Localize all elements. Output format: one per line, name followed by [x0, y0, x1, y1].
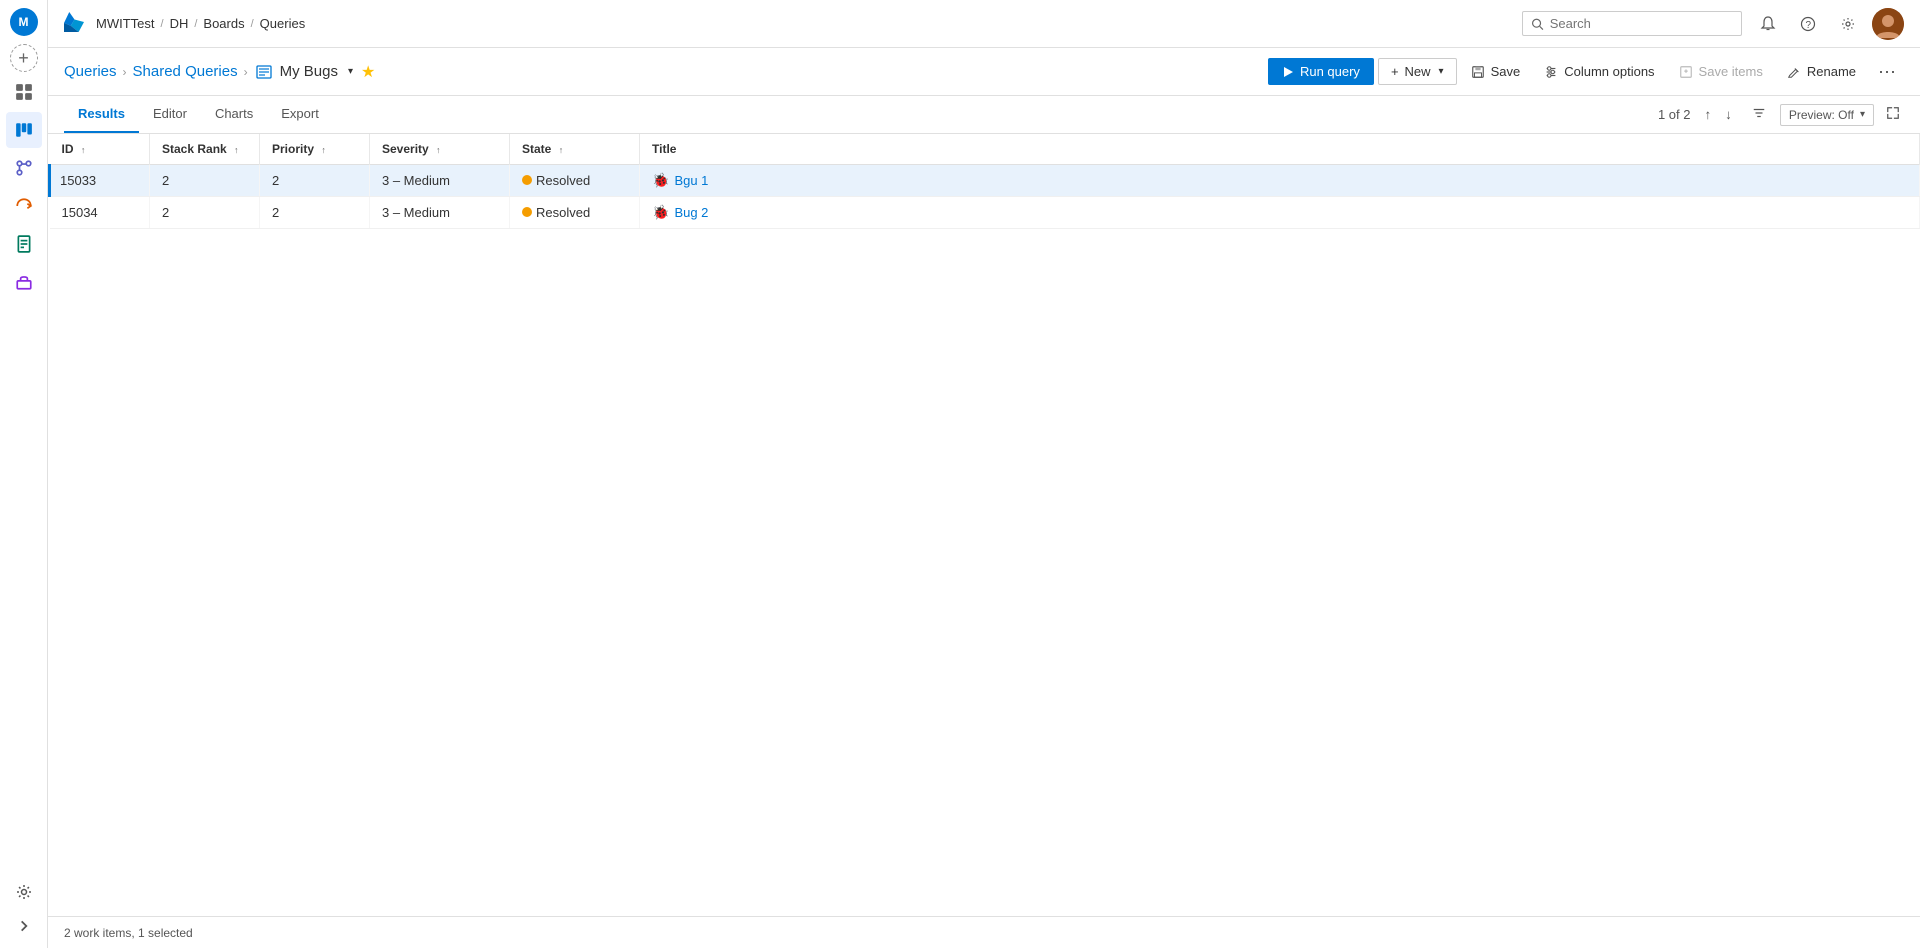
expand-button[interactable]: [1882, 102, 1904, 127]
tab-editor[interactable]: Editor: [139, 96, 201, 133]
play-icon: [1282, 66, 1294, 78]
col-header-severity[interactable]: Severity ↑: [370, 134, 510, 165]
cell-stackrank: 2: [150, 197, 260, 229]
results-table-area: ID ↑ Stack Rank ↑ Priority ↑ Severity ↑: [48, 134, 1920, 916]
search-box[interactable]: [1522, 11, 1742, 36]
save-button[interactable]: Save: [1461, 59, 1531, 84]
left-nav: M +: [0, 0, 48, 948]
query-dropdown-arrow[interactable]: ▾: [348, 66, 353, 77]
state-dot: [522, 207, 532, 217]
cell-id: 15033: [50, 165, 150, 197]
add-project-button[interactable]: +: [10, 44, 38, 72]
content-breadcrumb: Queries › Shared Queries ›: [64, 63, 248, 80]
tabs-bar: Results Editor Charts Export 1 of 2 ↑ ↓ …: [48, 96, 1920, 134]
help-icon[interactable]: ?: [1792, 8, 1824, 40]
title-link[interactable]: Bgu 1: [674, 173, 708, 188]
cell-severity: 3 – Medium: [370, 197, 510, 229]
table-row[interactable]: 15034223 – MediumResolved🐞Bug 2: [50, 197, 1920, 229]
top-bar-icons: ?: [1752, 8, 1904, 40]
table-row[interactable]: 15033223 – MediumResolved🐞Bgu 1: [50, 165, 1920, 197]
cell-priority: 2: [260, 197, 370, 229]
breadcrumb-queries[interactable]: Queries: [260, 16, 306, 31]
cell-title[interactable]: 🐞 Bgu 1: [640, 165, 1920, 197]
tab-export[interactable]: Export: [267, 96, 333, 133]
tab-charts[interactable]: Charts: [201, 96, 267, 133]
cell-severity: 3 – Medium: [370, 165, 510, 197]
column-options-button[interactable]: Column options: [1534, 59, 1664, 84]
title-link[interactable]: Bug 2: [674, 205, 708, 220]
sidebar-item-settings[interactable]: [6, 874, 42, 910]
user-avatar[interactable]: [1872, 8, 1904, 40]
query-title: My Bugs ▾ ★: [256, 62, 376, 82]
cell-priority: 2: [260, 165, 370, 197]
col-header-state[interactable]: State ↑: [510, 134, 640, 165]
settings-icon[interactable]: [1832, 8, 1864, 40]
filter-icon: [1752, 106, 1766, 120]
breadcrumb: MWITTest / DH / Boards / Queries: [96, 16, 305, 31]
sidebar-item-boards[interactable]: [6, 112, 42, 148]
tabs-right: 1 of 2 ↑ ↓ Preview: Off ▾: [1658, 102, 1904, 127]
sidebar-item-artifacts[interactable]: [6, 264, 42, 300]
pagination-arrows: ↑ ↓: [1698, 103, 1737, 126]
breadcrumb-org[interactable]: MWITTest: [96, 16, 155, 31]
selected-count: 1 selected: [138, 926, 193, 940]
next-page-button[interactable]: ↓: [1719, 103, 1738, 126]
content-header: Queries › Shared Queries › My Bugs ▾ ★ R…: [48, 48, 1920, 96]
sidebar-item-pipelines[interactable]: [6, 188, 42, 224]
save-items-button[interactable]: Save items: [1669, 59, 1773, 84]
sidebar-item-testplans[interactable]: [6, 226, 42, 262]
main-area: MWITTest / DH / Boards / Queries ?: [48, 0, 1920, 948]
filter-button[interactable]: [1746, 102, 1772, 127]
results-table: ID ↑ Stack Rank ↑ Priority ↑ Severity ↑: [48, 134, 1920, 229]
notifications-icon[interactable]: [1752, 8, 1784, 40]
more-actions-button[interactable]: ⋯: [1870, 58, 1904, 86]
table-header-row: ID ↑ Stack Rank ↑ Priority ↑ Severity ↑: [50, 134, 1920, 165]
breadcrumb-boards[interactable]: Boards: [203, 16, 244, 31]
search-input[interactable]: [1550, 16, 1733, 31]
tab-results[interactable]: Results: [64, 96, 139, 133]
org-avatar[interactable]: M: [10, 8, 38, 36]
preview-toggle[interactable]: Preview: Off ▾: [1780, 104, 1874, 126]
cell-stackrank: 2: [150, 165, 260, 197]
top-bar-right: ?: [1522, 8, 1904, 40]
save-items-icon: [1679, 65, 1693, 79]
nav-expand-button[interactable]: [6, 912, 42, 940]
cell-id: 15034: [50, 197, 150, 229]
prev-page-button[interactable]: ↑: [1698, 103, 1717, 126]
top-bar: MWITTest / DH / Boards / Queries ?: [48, 0, 1920, 48]
app-logo[interactable]: [64, 12, 84, 35]
search-icon: [1531, 17, 1544, 31]
pagination-text: 1 of 2: [1658, 107, 1691, 122]
favorite-star[interactable]: ★: [361, 62, 375, 82]
sidebar-item-repos[interactable]: [6, 150, 42, 186]
cell-title[interactable]: 🐞 Bug 2: [640, 197, 1920, 229]
cell-state: Resolved: [510, 197, 640, 229]
col-header-priority[interactable]: Priority ↑: [260, 134, 370, 165]
rename-icon: [1787, 65, 1801, 79]
col-header-title[interactable]: Title: [640, 134, 1920, 165]
bug-icon: 🐞: [652, 204, 669, 220]
expand-icon: [1886, 106, 1900, 120]
col-header-id[interactable]: ID ↑: [50, 134, 150, 165]
new-button[interactable]: + New ▾: [1378, 58, 1457, 85]
col-header-stackrank[interactable]: Stack Rank ↑: [150, 134, 260, 165]
run-query-button[interactable]: Run query: [1268, 58, 1374, 85]
column-options-icon: [1544, 65, 1558, 79]
rename-button[interactable]: Rename: [1777, 59, 1866, 84]
bug-icon: 🐞: [652, 172, 669, 188]
breadcrumb-project[interactable]: DH: [170, 16, 189, 31]
breadcrumb-shared-queries-link[interactable]: Shared Queries: [133, 63, 238, 80]
sidebar-item-overview[interactable]: [6, 74, 42, 110]
cell-state: Resolved: [510, 165, 640, 197]
header-actions: Run query + New ▾ Save Column options Sa…: [1268, 58, 1904, 86]
query-name: My Bugs: [280, 63, 338, 80]
svg-text:?: ?: [1806, 20, 1812, 31]
state-dot: [522, 175, 532, 185]
breadcrumb-queries-link[interactable]: Queries: [64, 63, 117, 80]
work-item-count: 2 work items,: [64, 926, 135, 940]
query-icon: [256, 64, 272, 80]
save-icon: [1471, 65, 1485, 79]
status-bar: 2 work items, 1 selected: [48, 916, 1920, 948]
